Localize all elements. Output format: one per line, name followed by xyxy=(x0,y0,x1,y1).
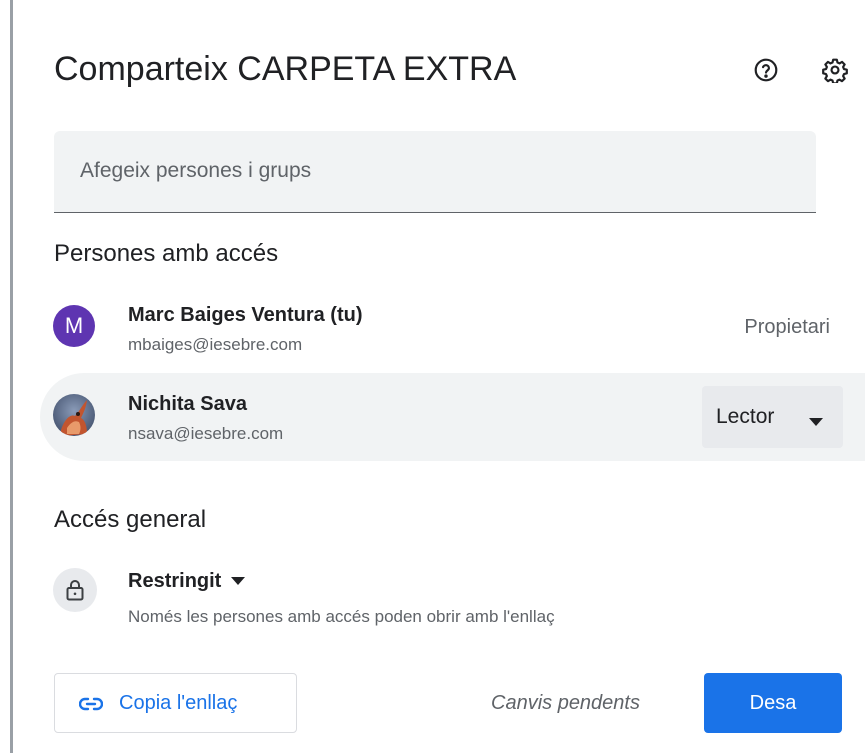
person-row-owner: M Marc Baiges Ventura (tu) mbaiges@ieseb… xyxy=(40,284,865,372)
copy-link-label: Copia l'enllaç xyxy=(119,692,238,714)
share-dialog-frame: Comparteix CARPETA EXTRA Persones amb ac… xyxy=(0,0,865,753)
share-dialog: Comparteix CARPETA EXTRA Persones amb ac… xyxy=(13,0,865,753)
caret-down-icon xyxy=(231,572,246,590)
avatar: M xyxy=(53,305,95,347)
lock-icon xyxy=(53,568,97,612)
help-icon[interactable] xyxy=(750,54,782,86)
general-access-heading: Accés general xyxy=(54,506,207,533)
gear-icon[interactable] xyxy=(819,54,851,86)
add-people-field[interactable] xyxy=(54,131,816,213)
copy-link-button[interactable]: Copia l'enllaç xyxy=(54,673,297,733)
person-email: mbaiges@iesebre.com xyxy=(128,335,303,354)
person-name: Nichita Sava xyxy=(128,393,247,415)
pending-changes-text: Canvis pendents xyxy=(491,692,640,714)
person-email: nsava@iesebre.com xyxy=(128,424,284,443)
link-icon xyxy=(78,693,104,720)
add-people-input[interactable] xyxy=(54,131,816,211)
person-row-viewer: Nichita Sava nsava@iesebre.com Lector xyxy=(40,373,865,461)
people-with-access-heading: Persones amb accés xyxy=(54,240,279,267)
general-access-description: Només les persones amb accés poden obrir… xyxy=(128,607,555,626)
dialog-title: Comparteix CARPETA EXTRA xyxy=(54,50,517,88)
general-access-dropdown[interactable]: Restringit xyxy=(128,566,246,596)
avatar xyxy=(53,394,95,436)
person-name: Marc Baiges Ventura (tu) xyxy=(128,304,363,326)
owner-role-label: Propietari xyxy=(744,316,830,338)
caret-down-icon xyxy=(809,413,823,431)
role-dropdown-label: Lector xyxy=(716,405,775,428)
general-access-selected: Restringit xyxy=(128,569,222,592)
save-button[interactable]: Desa xyxy=(704,673,842,733)
role-dropdown[interactable]: Lector xyxy=(702,386,843,448)
